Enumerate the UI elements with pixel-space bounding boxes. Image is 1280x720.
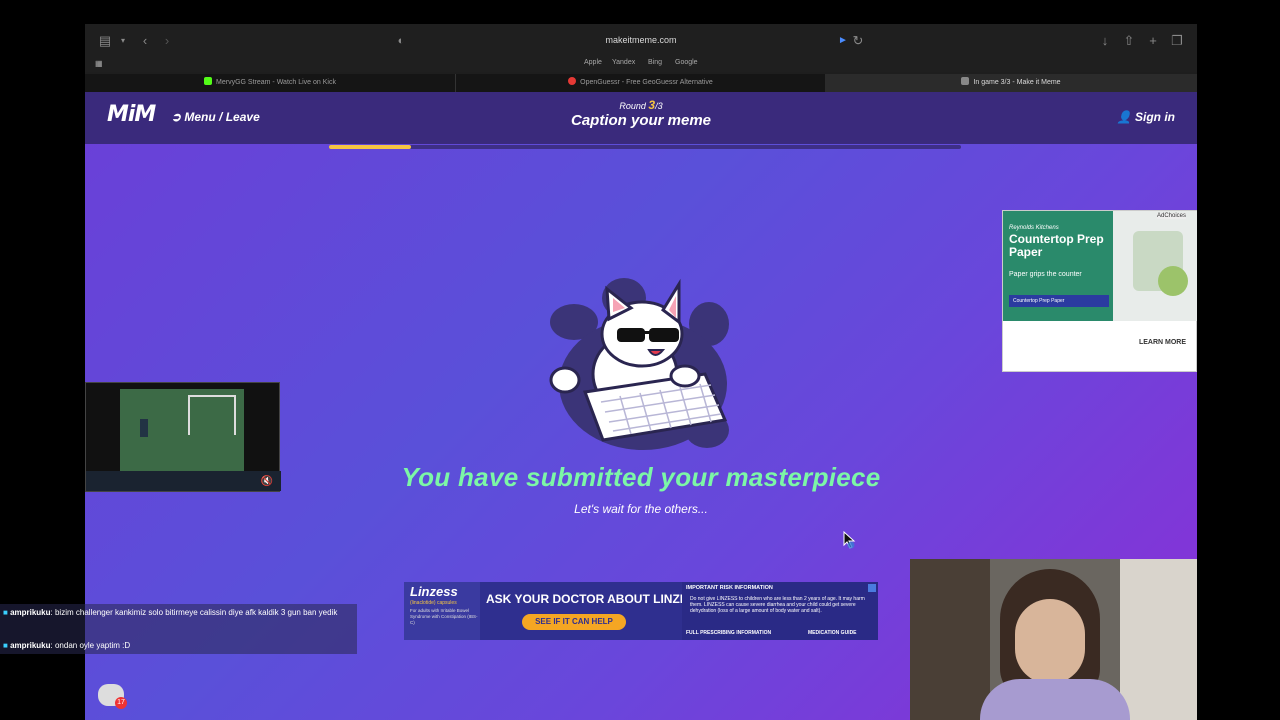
tab-overview-icon[interactable]: ❐ — [1169, 33, 1185, 49]
sidebar-icon[interactable]: ▤ — [97, 33, 113, 49]
chat-text: : ondan oyle yaptim :D — [50, 641, 131, 650]
video-frame — [120, 389, 244, 471]
timer-progress-bar — [329, 145, 961, 149]
mute-icon[interactable]: 🔇 — [261, 476, 273, 487]
linzess-cta-button[interactable]: SEE IF IT CAN HELP — [522, 614, 626, 630]
ad-brand: Reynolds Kitchens — [1009, 225, 1059, 231]
page-title: Caption your meme — [570, 112, 712, 129]
notification-badge: 17 — [115, 697, 127, 709]
favorite-google[interactable]: Google — [675, 59, 698, 66]
cat-typing-illustration — [549, 278, 729, 450]
webcam-overlay — [910, 559, 1197, 720]
ad-headline: Countertop Prep Paper — [1009, 232, 1104, 259]
mim-icon — [961, 77, 970, 85]
goal-post — [188, 395, 236, 435]
grid-icon[interactable]: ▦ — [95, 59, 103, 68]
back-icon[interactable]: ‹ — [137, 33, 153, 49]
tab-label: In game 3/3 - Make it Meme — [973, 79, 1061, 86]
browser-toolbar: ▤ ▾ ‹ › ◐ makeitmeme.com ► ↻ ↓ ⇧ + ❐ — [85, 24, 1197, 57]
favorites-bar: ▦ Apple Yandex Bing Google — [85, 57, 1197, 72]
sign-in-label: Sign in — [1135, 110, 1175, 124]
medication-guide-link[interactable]: MEDICATION GUIDE — [808, 630, 857, 636]
ad-product: Countertop Prep Paper — [1009, 295, 1109, 307]
risk-text: Do not give LINZESS to children who are … — [690, 596, 865, 614]
ad-banner-linzess[interactable]: Linzess (linaclotide) capsules For adult… — [404, 582, 878, 640]
openguessr-icon — [568, 77, 577, 85]
prescribing-link[interactable]: FULL PRESCRIBING INFORMATION — [686, 630, 771, 636]
learn-more-button[interactable]: LEARN MORE — [1139, 339, 1186, 346]
tab-label: OpenGuessr - Free GeoGuessr Alternative — [580, 79, 713, 86]
favorite-apple[interactable]: Apple — [584, 59, 602, 66]
url-text: makeitmeme.com — [605, 35, 677, 45]
cam-background-left — [910, 559, 990, 720]
pip-video[interactable]: 🔇 — [85, 382, 281, 492]
chevron-down-icon[interactable]: ▾ — [115, 33, 131, 49]
user-icon: 👤 — [1116, 110, 1135, 124]
linzess-headline: ASK YOUR DOCTOR ABOUT LINZESS — [486, 592, 704, 606]
ad-photo-food — [1158, 266, 1188, 296]
forward-icon[interactable]: › — [159, 33, 175, 49]
kick-badge-icon: ■ — [3, 641, 11, 650]
tab-kick[interactable]: MervyGG Stream - Watch Live on Kick — [85, 74, 455, 92]
chat-line: ■ amprikuku: bizim challenger kankimiz s… — [3, 607, 353, 618]
tab-make-it-meme[interactable]: In game 3/3 - Make it Meme — [825, 74, 1197, 92]
adchoices-label[interactable]: AdChoices — [1156, 213, 1186, 219]
player — [140, 419, 148, 437]
linzess-sub: (linaclotide) capsules — [410, 600, 457, 606]
cam-shirt — [980, 679, 1130, 720]
download-icon[interactable]: ↓ — [1097, 33, 1113, 49]
reload-icon[interactable]: ↻ — [850, 33, 866, 49]
sign-in-button[interactable]: 👤 Sign in — [1117, 110, 1175, 124]
round-indicator: Round 3/3 — [85, 98, 1197, 112]
risk-panel: IMPORTANT RISK INFORMATION Do not give L… — [682, 582, 878, 640]
new-tab-icon[interactable]: + — [1145, 33, 1161, 49]
share-icon[interactable]: ⇧ — [1121, 33, 1137, 49]
linzess-note: For adults with Irritable Bowel Syndrome… — [410, 608, 478, 625]
tab-openguessr[interactable]: OpenGuessr - Free GeoGuessr Alternative — [455, 74, 825, 92]
chat-line: ■ amprikuku: ondan oyle yaptim :D — [3, 640, 353, 651]
timer-progress-fill — [329, 145, 412, 149]
shield-icon[interactable]: ◐ — [393, 33, 409, 49]
round-total: /3 — [655, 101, 663, 111]
cam-face — [1015, 599, 1085, 684]
favorite-bing[interactable]: Bing — [648, 59, 662, 66]
linzess-logo-panel: Linzess (linaclotide) capsules For adult… — [404, 582, 480, 640]
ad-photo — [1113, 211, 1197, 321]
ad-panel: Reynolds Kitchens Countertop Prep Paper … — [1003, 211, 1113, 321]
round-label: Round — [619, 101, 646, 111]
chat-bubble-icon[interactable]: 17 — [98, 684, 127, 709]
tab-bar: MervyGG Stream - Watch Live on Kick Open… — [85, 74, 1197, 92]
address-bar[interactable]: makeitmeme.com — [415, 30, 867, 52]
laptop-keys — [86, 471, 281, 491]
kick-badge-icon: ■ — [3, 608, 11, 617]
tab-label: MervyGG Stream - Watch Live on Kick — [216, 79, 336, 86]
mouse-cursor-icon — [843, 531, 856, 549]
waiting-message: Let's wait for the others... — [574, 502, 708, 516]
linzess-logo: Linzess — [410, 584, 458, 599]
favorite-yandex[interactable]: Yandex — [612, 59, 635, 66]
ad-banner-right[interactable]: Reynolds Kitchens Countertop Prep Paper … — [1002, 210, 1197, 372]
chat-text: : bizim challenger kankimiz solo bitirme… — [50, 608, 338, 617]
kick-icon — [204, 77, 213, 85]
ad-subline: Paper grips the counter — [1009, 271, 1082, 278]
game-header: MiM ➲ Menu / Leave Round 3/3 Caption you… — [85, 92, 1197, 144]
chat-overlay: ■ amprikuku: bizim challenger kankimiz s… — [0, 604, 357, 654]
close-ad-icon[interactable] — [868, 584, 876, 592]
screen: ▤ ▾ ‹ › ◐ makeitmeme.com ► ↻ ↓ ⇧ + ❐ ▦ A… — [0, 0, 1280, 720]
chat-user: amprikuku — [10, 641, 51, 650]
audio-icon[interactable]: ► — [835, 33, 851, 49]
cam-background-right — [1120, 559, 1197, 720]
chat-user: amprikuku — [10, 608, 51, 617]
risk-title: IMPORTANT RISK INFORMATION — [686, 585, 773, 591]
